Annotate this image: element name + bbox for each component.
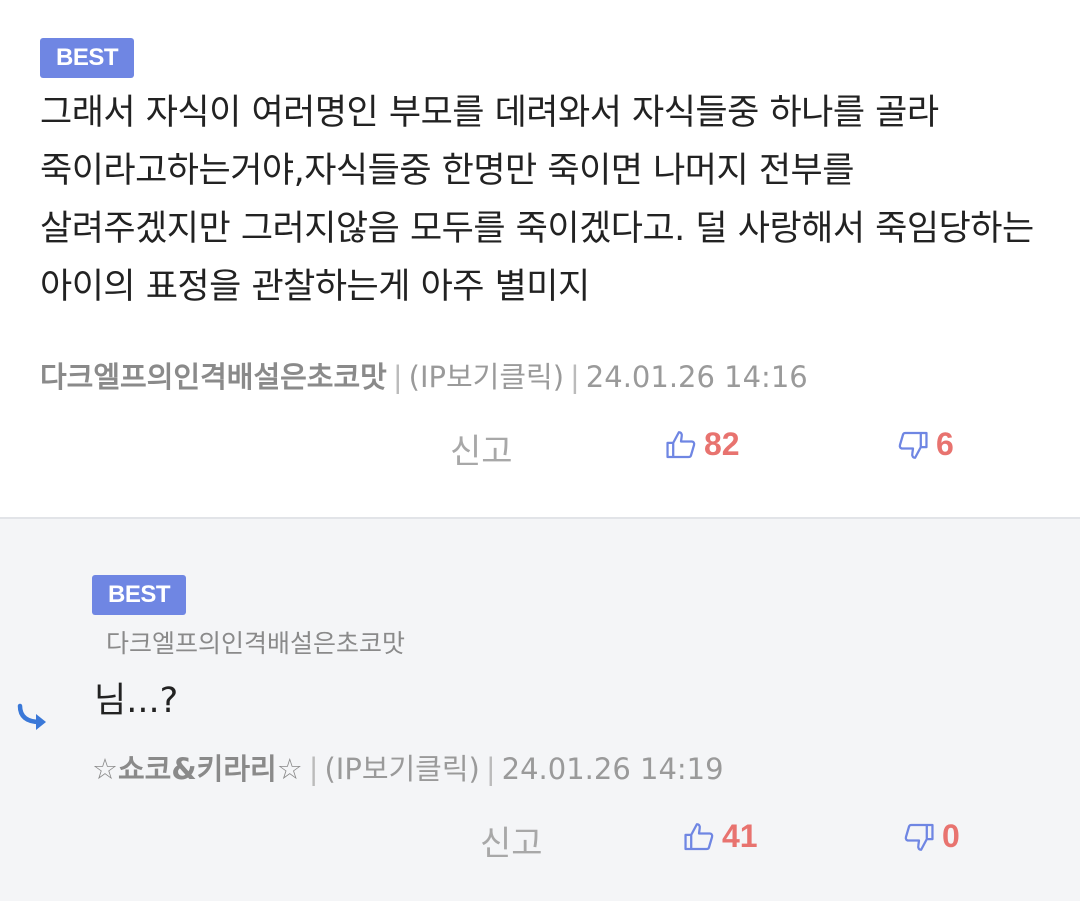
reply-author[interactable]: ☆쇼코&키라리☆ [92,752,303,786]
best-badge: BEST [92,575,186,615]
like-button[interactable]: 82 [664,426,740,463]
comment-meta: 다크엘프의인격배설은초코맛 | (IP보기클릭) | 24.01.26 14:16 [40,354,808,396]
dislike-count: 6 [936,426,954,462]
meta-separator: | [392,360,403,394]
reply-text: 님...? [94,681,179,721]
thumbs-up-icon [666,430,696,458]
report-label: 신고 [480,824,543,864]
meta-separator: | [485,752,496,786]
comment-text: 그래서 자식이 여러명인 부모를 데려와서 자식들중 하나를 골라 죽이라고하는… [40,93,1034,307]
best-badge: BEST [40,38,134,78]
comment-author[interactable]: 다크엘프의인격배설은초코맛 [40,360,387,394]
like-count: 82 [704,426,740,462]
reply-timestamp: 24.01.26 14:19 [501,752,724,786]
dislike-button[interactable]: 6 [896,426,954,463]
reply-arrow-icon [17,703,46,730]
ip-view-link[interactable]: (IP보기클릭) [409,360,564,394]
meta-separator: | [570,360,580,394]
comment-timestamp: 24.01.26 14:16 [585,360,808,394]
best-comment: BEST 그래서 자식이 여러명인 부모를 데려와서 자식들중 하나를 골라 죽… [0,0,1080,517]
reply-meta: ☆쇼코&키라리☆ | (IP보기클릭) | 24.01.26 14:19 [92,746,724,788]
reply-report-button[interactable]: 신고 [480,816,543,865]
dislike-count: 0 [942,818,960,854]
meta-separator: | [308,752,319,786]
reply-dislike-button[interactable]: 0 [902,818,960,855]
reply-to-author: 다크엘프의인격배설은초코맛 [106,629,406,658]
ip-view-link[interactable]: (IP보기클릭) [324,752,479,786]
report-label: 신고 [450,432,513,472]
thumbs-down-icon [904,823,934,851]
like-count: 41 [722,818,758,854]
reply-like-button[interactable]: 41 [682,818,758,855]
report-button[interactable]: 신고 [450,424,513,473]
thumbs-down-icon [898,431,928,459]
thumbs-up-icon [684,822,714,850]
